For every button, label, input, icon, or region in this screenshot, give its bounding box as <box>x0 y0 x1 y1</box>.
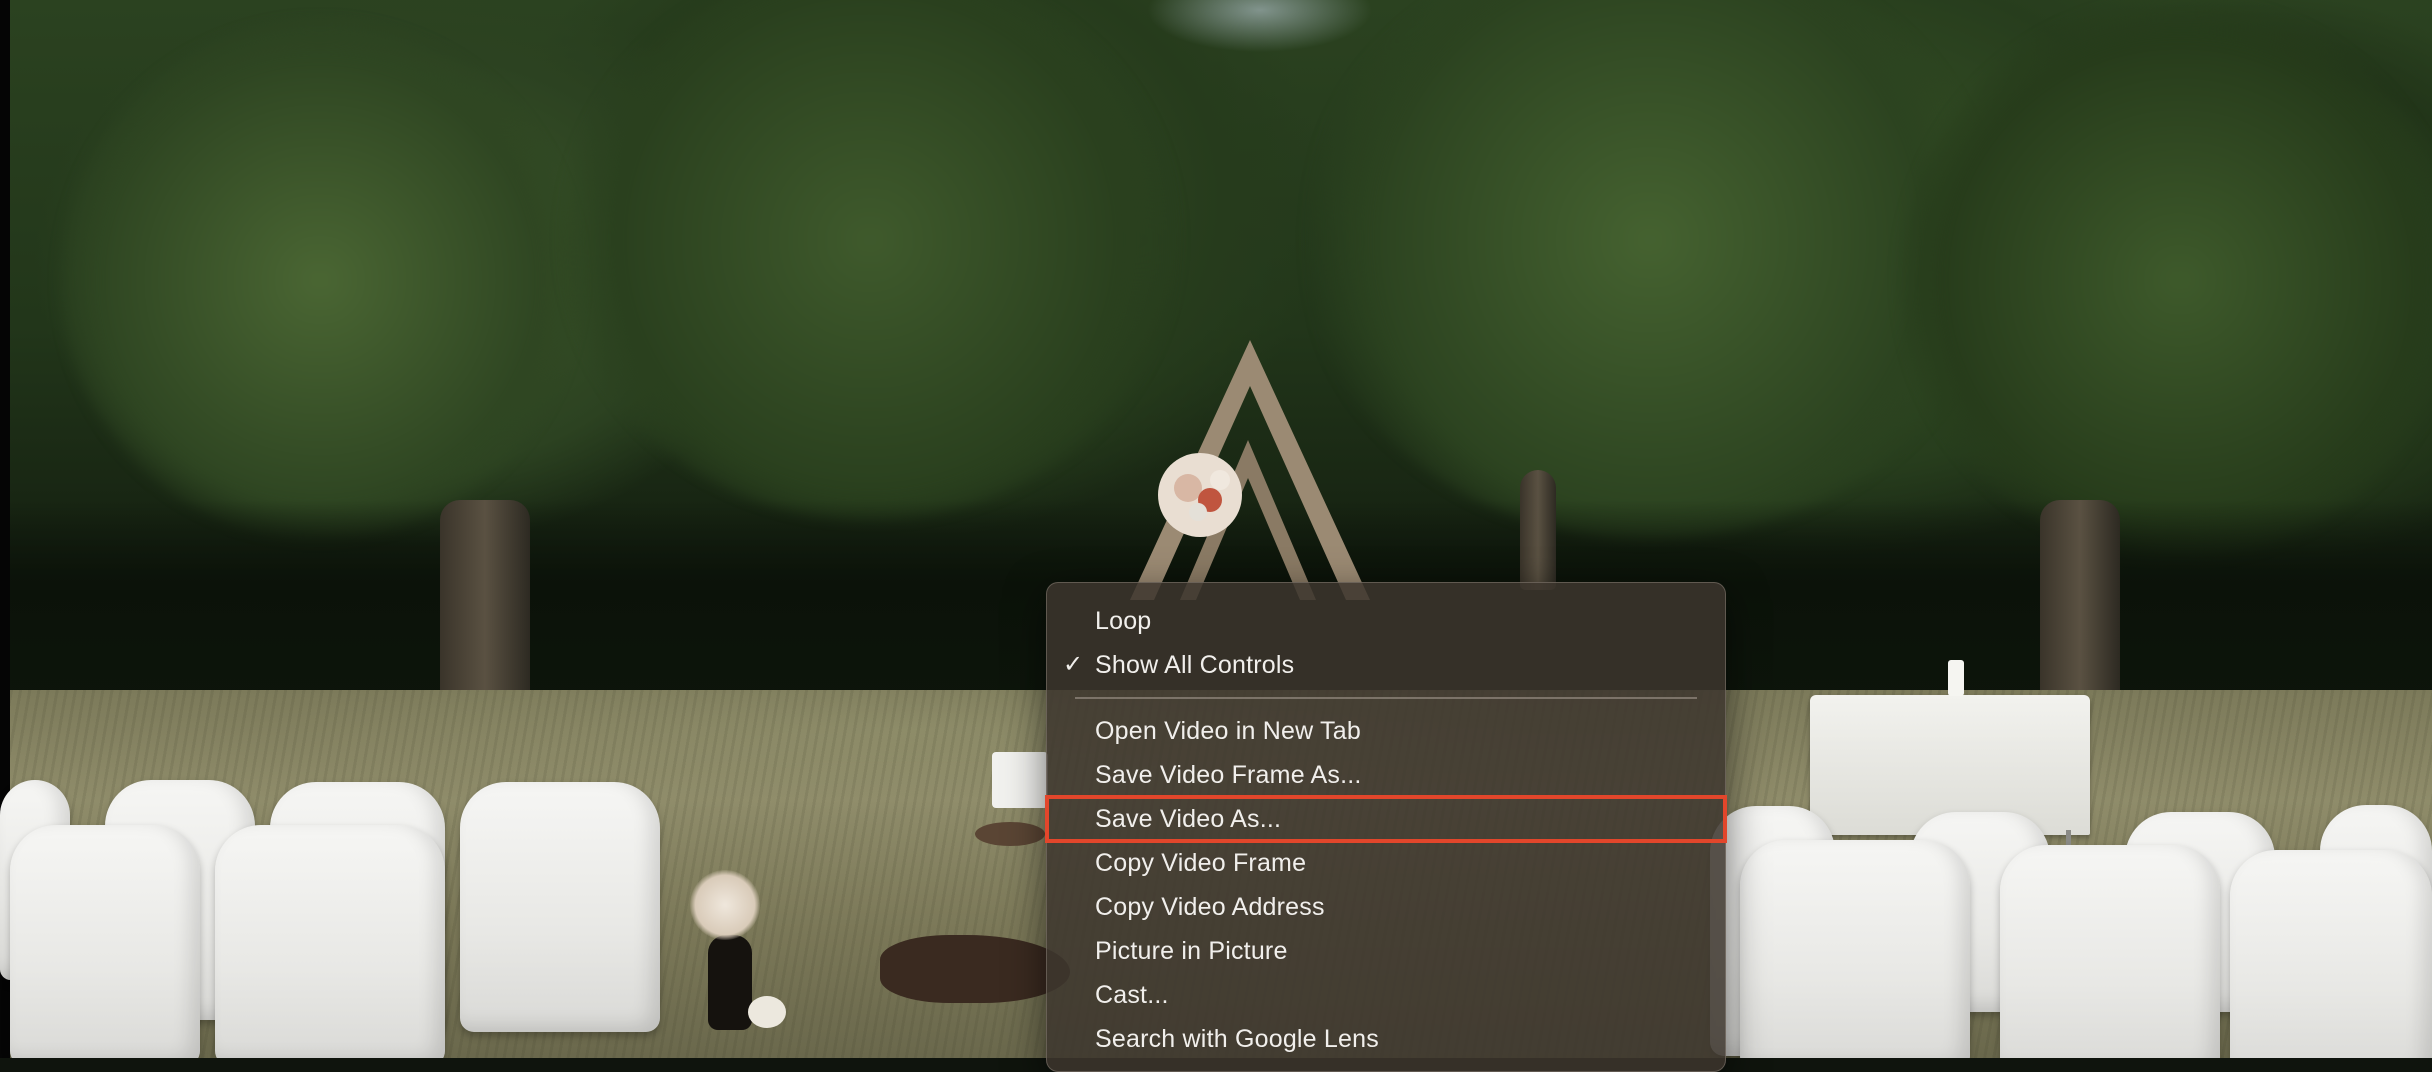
menu-item-search-google-lens[interactable]: Search with Google Lens <box>1047 1017 1725 1061</box>
menu-item-label: Copy Video Frame <box>1095 849 1307 877</box>
white-chair <box>1740 840 1970 1058</box>
menu-item-loop[interactable]: Loop <box>1047 599 1725 643</box>
candle <box>1948 660 1964 696</box>
menu-item-save-video-as[interactable]: Save Video As... <box>1045 795 1727 843</box>
menu-item-picture-in-picture[interactable]: Picture in Picture <box>1047 929 1725 973</box>
white-pumpkin <box>748 996 786 1028</box>
tree-trunk <box>1520 470 1556 590</box>
white-chair <box>10 825 200 1058</box>
menu-item-cast[interactable]: Cast... <box>1047 973 1725 1017</box>
checkmark-icon: ✓ <box>1063 651 1084 678</box>
white-chair <box>215 825 445 1058</box>
flower-arrangement <box>1158 453 1242 537</box>
tree-trunk <box>440 500 530 720</box>
white-chair <box>460 782 660 1032</box>
menu-item-copy-video-frame[interactable]: Copy Video Frame <box>1047 841 1725 885</box>
menu-item-open-video-new-tab[interactable]: Open Video in New Tab <box>1047 709 1725 753</box>
tree-foliage <box>60 20 580 540</box>
white-chair <box>2000 845 2220 1058</box>
menu-item-label: Open Video in New Tab <box>1095 717 1361 745</box>
menu-item-label: Copy Video Address <box>1095 893 1325 921</box>
menu-item-label: Search with Google Lens <box>1095 1025 1379 1053</box>
white-bucket <box>992 752 1048 808</box>
black-jug <box>708 935 752 1030</box>
menu-separator <box>1075 697 1697 699</box>
video-context-menu: Loop ✓ Show All Controls Open Video in N… <box>1045 582 1727 1072</box>
menu-item-save-video-frame-as[interactable]: Save Video Frame As... <box>1047 753 1725 797</box>
tree-foliage <box>1900 0 2432 560</box>
menu-item-show-all-controls[interactable]: ✓ Show All Controls <box>1047 643 1725 687</box>
menu-item-copy-video-address[interactable]: Copy Video Address <box>1047 885 1725 929</box>
cowhide-rug <box>975 822 1045 846</box>
pampas-bouquet <box>690 870 760 940</box>
menu-item-label: Loop <box>1095 607 1152 635</box>
menu-item-label: Picture in Picture <box>1095 937 1288 965</box>
menu-item-label: Save Video As... <box>1095 805 1282 833</box>
white-chair <box>2230 850 2432 1058</box>
menu-item-label: Save Video Frame As... <box>1095 761 1362 789</box>
menu-item-label: Show All Controls <box>1095 651 1295 679</box>
menu-item-label: Cast... <box>1095 981 1169 1009</box>
